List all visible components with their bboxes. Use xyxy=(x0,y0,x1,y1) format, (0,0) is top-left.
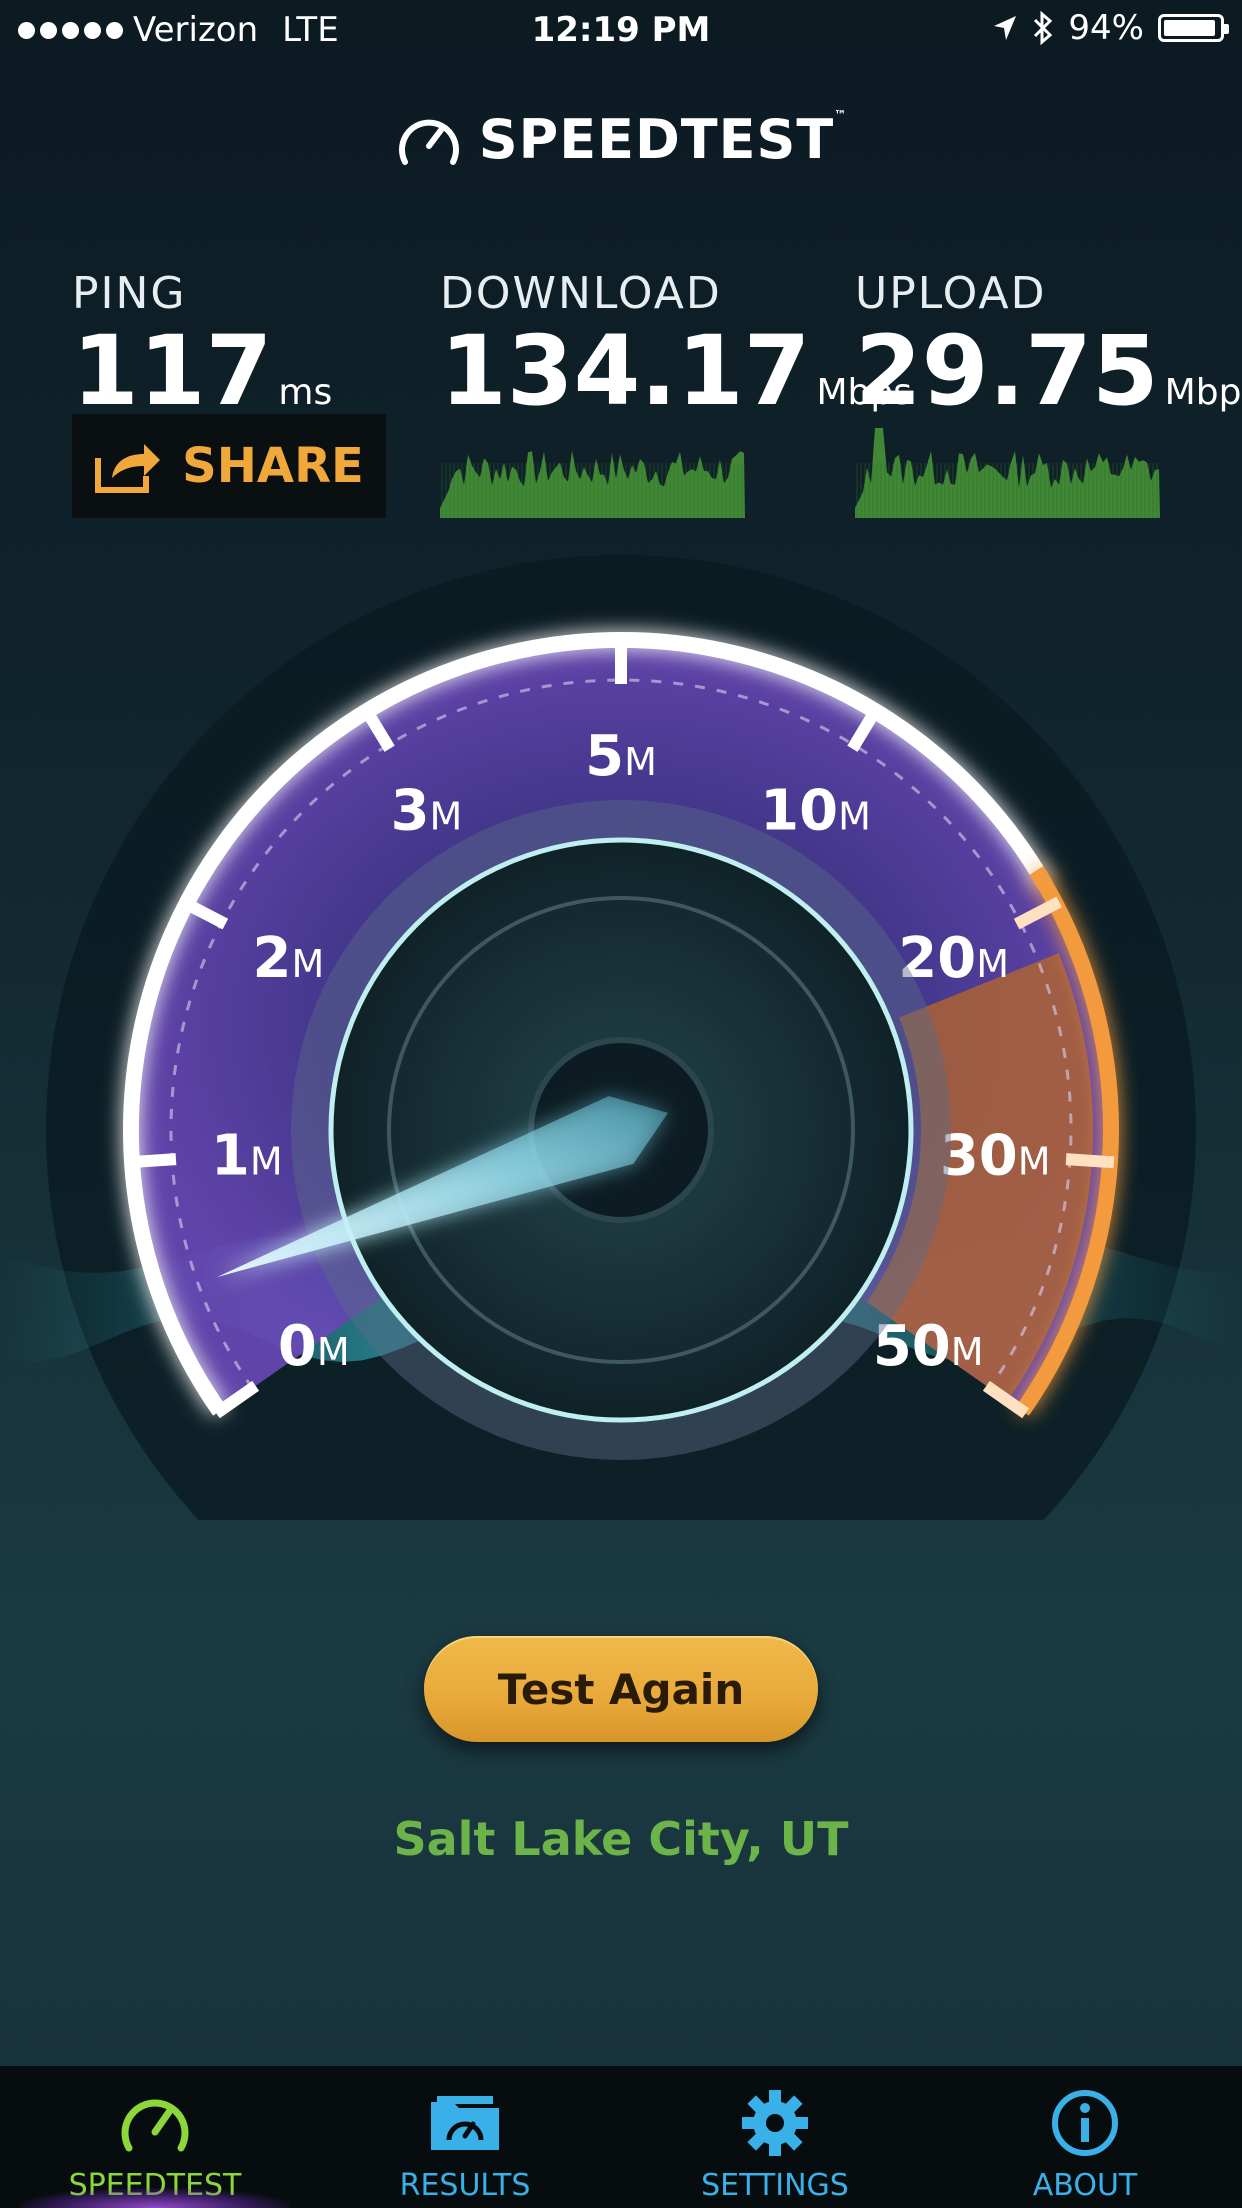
speedtest-logo-icon xyxy=(398,119,459,165)
tab-label: ABOUT xyxy=(1032,2168,1138,2203)
share-button[interactable]: SHARE xyxy=(72,414,386,518)
tab-label: RESULTS xyxy=(399,2168,531,2203)
tab-settings[interactable]: SETTINGS xyxy=(620,2066,930,2208)
tab-results[interactable]: RESULTS xyxy=(310,2066,620,2208)
test-again-label: Test Again xyxy=(497,1664,745,1714)
gauge-tick xyxy=(1065,1153,1115,1169)
battery-icon xyxy=(1158,14,1229,42)
status-bar: Verizon LTE 12:19 PM 94% xyxy=(0,0,1242,64)
tab-bar: SPEEDTEST RESULTS SETTINGS ABOUT xyxy=(0,2066,1242,2208)
tab-label: SPEEDTEST xyxy=(68,2168,242,2203)
download-sparkline xyxy=(440,450,745,518)
tab-about[interactable]: ABOUT xyxy=(930,2066,1240,2208)
tab-label: SETTINGS xyxy=(701,2168,849,2203)
gauge-icon xyxy=(121,2099,189,2152)
bluetooth-icon xyxy=(1034,11,1053,45)
status-right: 94% xyxy=(992,8,1229,48)
info-icon xyxy=(1052,2090,1118,2156)
location-arrow-icon xyxy=(994,16,1017,40)
upload-metric: UPLOAD 29.75Mbps xyxy=(855,268,1242,441)
gear-icon xyxy=(742,2090,808,2156)
speed-gauge: 0M1M2M3M5M10M20M30M50M xyxy=(0,555,1242,1520)
test-again-button[interactable]: Test Again xyxy=(424,1636,818,1742)
upload-sparkline xyxy=(855,428,1160,518)
app-header: SPEEDTEST™ xyxy=(0,108,1242,171)
download-metric: DOWNLOAD 134.17 Mbps xyxy=(440,268,912,441)
gauge-tick xyxy=(127,1153,177,1169)
upload-label: UPLOAD xyxy=(855,268,1047,319)
ping-label: PING xyxy=(72,268,187,319)
share-icon xyxy=(95,444,161,493)
app-title: SPEEDTEST™ xyxy=(478,108,848,171)
server-location: Salt Lake City, UT xyxy=(393,1812,849,1866)
results-folder-icon xyxy=(431,2096,499,2150)
download-label: DOWNLOAD xyxy=(440,268,722,319)
battery-percent: 94% xyxy=(1068,8,1144,48)
tab-speedtest[interactable]: SPEEDTEST xyxy=(0,2066,310,2208)
share-label: SHARE xyxy=(182,438,364,494)
